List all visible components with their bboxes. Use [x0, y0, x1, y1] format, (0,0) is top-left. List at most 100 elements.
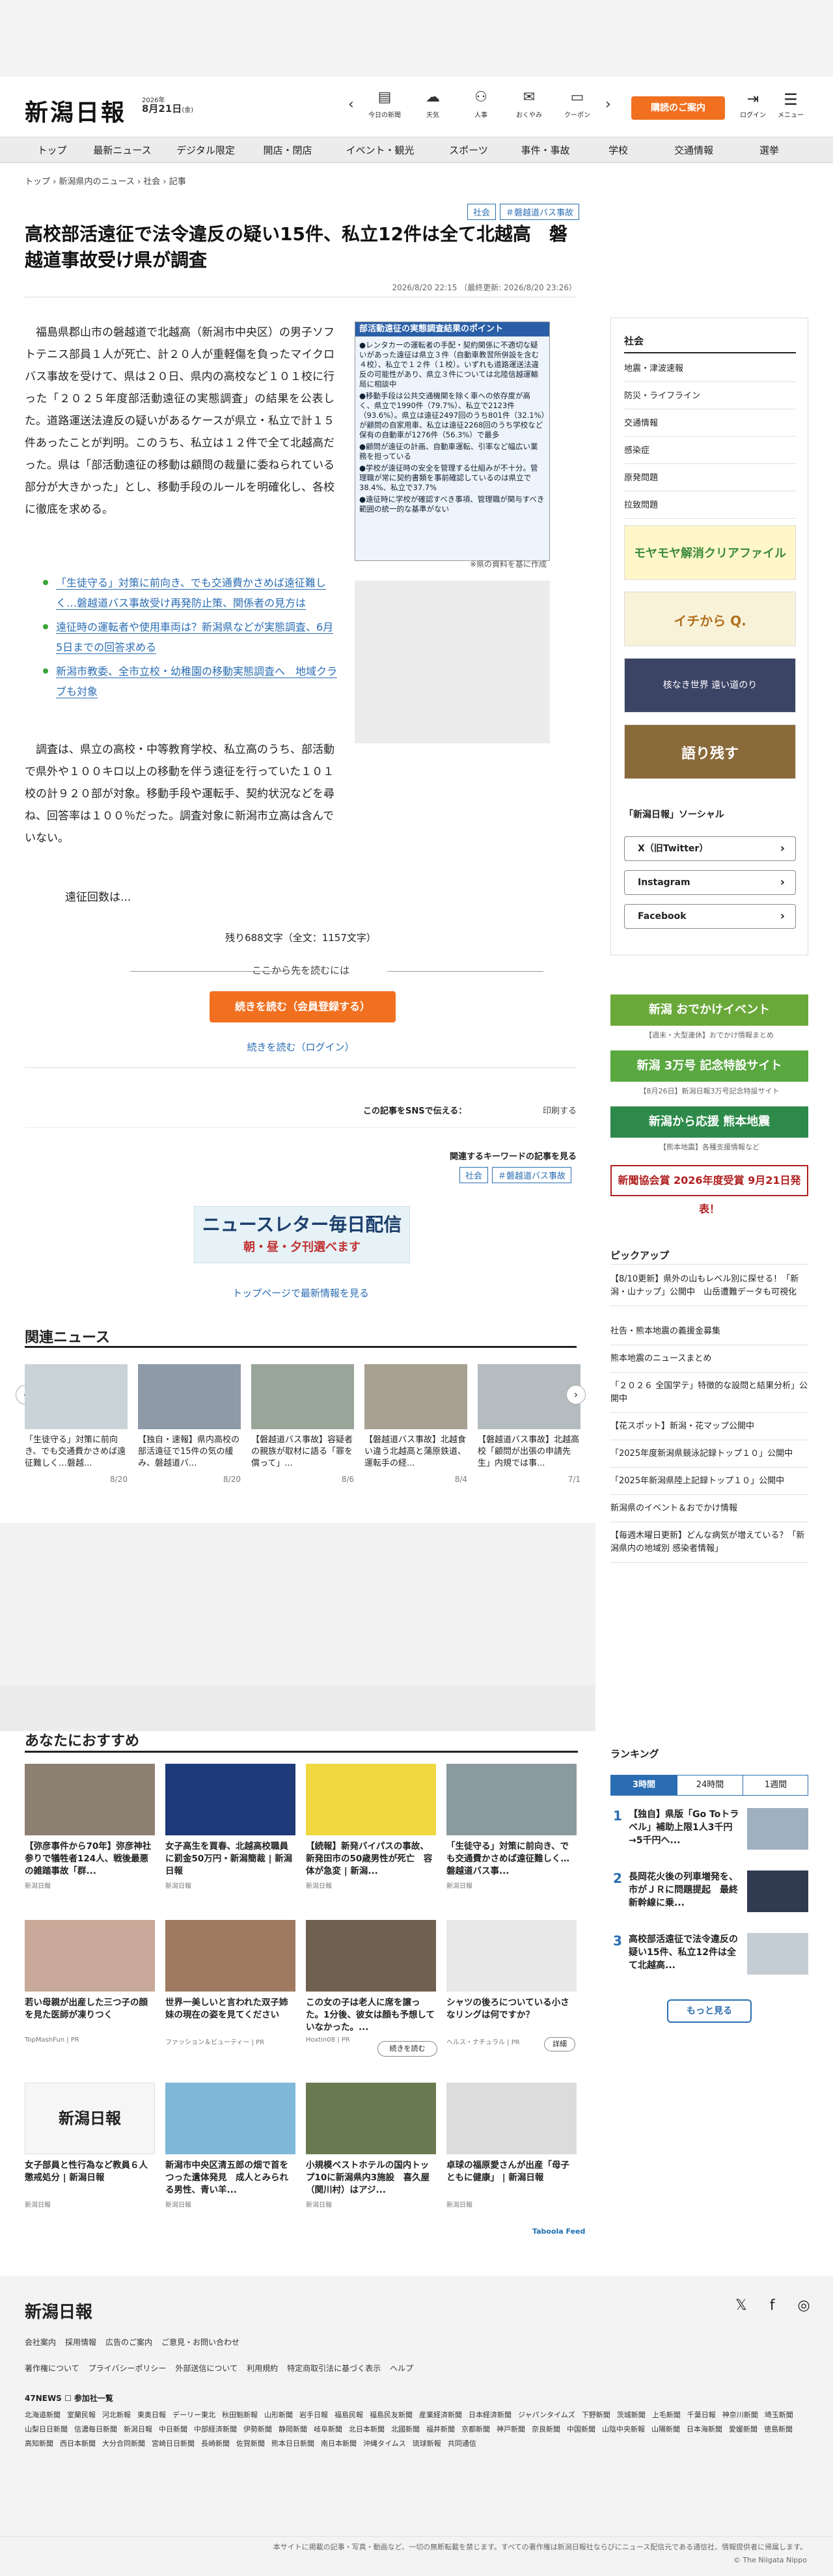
member-paper-link[interactable]: 信濃毎日新聞: [74, 2425, 117, 2433]
footer-link[interactable]: ヘルプ: [390, 2364, 413, 2373]
recommend-card[interactable]: 女子高生を買春、北越高校職員に罰金50万円・新潟簡裁 | 新潟日報 新潟日報: [165, 1764, 295, 1890]
continue-reading-button[interactable]: 続きを読む: [377, 2041, 437, 2057]
article-figure[interactable]: 部活動遠征の実態調査結果のポイント ●レンタカーの運転者の手配・契約関係に不適切…: [355, 322, 550, 561]
member-paper-link[interactable]: 秋田魁新報: [222, 2411, 258, 2419]
ranking-more-button[interactable]: もっと見る: [667, 1999, 752, 2023]
pickup-item[interactable]: 「2025年新潟県陸上記録トップ１０」公開中: [610, 1475, 808, 1495]
pickup-item[interactable]: 【8/10更新】県外の山もレベル別に探せる！「新潟・山ナップ」公開中 山岳遭難デ…: [610, 1273, 808, 1306]
header-link-paper[interactable]: ▤ 今日の新聞: [364, 89, 405, 119]
menu-button[interactable]: ☰ メニュー: [776, 90, 806, 119]
header-link-coupon[interactable]: ▭ クーポン: [557, 89, 597, 119]
carousel-next-button[interactable]: ›: [566, 1385, 586, 1404]
tag-bus-accident[interactable]: ＃磐越道バス事故: [492, 1167, 572, 1183]
footer-link[interactable]: 広告のご案内: [105, 2338, 152, 2347]
footer-logo[interactable]: 新潟日報: [25, 2299, 92, 2323]
member-paper-link[interactable]: 奈良新聞: [532, 2425, 560, 2433]
top-page-link[interactable]: トップページで最新情報を見る: [25, 1286, 577, 1300]
footer-social-icons[interactable]: 𝕏 f ◎: [735, 2297, 819, 2314]
newsletter-banner[interactable]: ニュースレター毎日配信 朝・昼・夕刊選べます: [194, 1206, 410, 1263]
member-paper-link[interactable]: 北海道新聞: [25, 2411, 61, 2419]
pickup-item[interactable]: 熊本地震のニュースまとめ: [610, 1352, 808, 1373]
pickup-item[interactable]: 【花スポット】新潟・花マップ公開中: [610, 1420, 808, 1440]
social-instagram-button[interactable]: Instagram: [624, 870, 796, 895]
recommend-card[interactable]: 【弥彦事件から70年】弥彦神社参りで犠牲者124人、戦後最悪の雑踏事故「群...…: [25, 1764, 155, 1890]
member-paper-link[interactable]: 日本海新聞: [687, 2425, 722, 2433]
member-paper-link[interactable]: 山梨日日新聞: [25, 2425, 68, 2433]
47news-label[interactable]: 47NEWS ☐ 参加社一覧: [25, 2392, 113, 2404]
member-paper-link[interactable]: 山陰中央新報: [602, 2425, 645, 2433]
pickup-item[interactable]: 社告・熊本地震の義援金募集: [610, 1325, 808, 1345]
recommend-card[interactable]: 小規模ベストホテルの国内トップ10に新潟県内3施設 喜久屋（関川村）はアジ...…: [306, 2083, 436, 2209]
recommend-card[interactable]: 新潟日報 女子部員と性行為など教員６人懲戒処分 | 新潟日報 新潟日報: [25, 2083, 155, 2209]
tag-society[interactable]: 社会: [467, 204, 497, 220]
side-banner[interactable]: 新潟 3万号 記念特設サイト: [610, 1050, 808, 1082]
tab-24h[interactable]: 24時間: [677, 1775, 743, 1795]
read-more-login-link[interactable]: 続きを読む（ログイン）: [25, 1040, 577, 1054]
recommend-card[interactable]: この女の子は老人に席を譲った。1分後、彼女は顔も予想していなかった。... Hox…: [306, 1920, 436, 2044]
member-paper-link[interactable]: 茨城新聞: [617, 2411, 646, 2419]
pickup-item[interactable]: 【毎週木曜日更新】どんな病気が増えている？「新潟県内の地域別 感染者情報」: [610, 1529, 808, 1563]
nav-sports[interactable]: スポーツ: [432, 137, 505, 163]
member-paper-link[interactable]: 下野新聞: [582, 2411, 610, 2419]
chevron-left-icon[interactable]: ‹: [348, 96, 354, 113]
member-paper-link[interactable]: 産業経済新聞: [419, 2411, 462, 2419]
member-paper-link[interactable]: 岩手日報: [299, 2411, 328, 2419]
member-paper-link[interactable]: 室蘭民報: [67, 2411, 96, 2419]
member-paper-link[interactable]: 大分合同新聞: [102, 2439, 145, 2448]
member-paper-link[interactable]: 愛媛新聞: [729, 2425, 758, 2433]
member-paper-link[interactable]: 中国新聞: [567, 2425, 595, 2433]
pickup-item[interactable]: 新潟県のイベント＆おでかけ情報: [610, 1502, 808, 1522]
ranking-item[interactable]: 3 高校部活遠征で法令違反の疑い15件、私立12件は全て北越高...: [610, 1933, 808, 1995]
nav-events[interactable]: イベント・観光: [331, 137, 430, 163]
member-paper-link[interactable]: 京都新聞: [461, 2425, 490, 2433]
nav-incidents[interactable]: 事件・事故: [509, 137, 582, 163]
sidebar-item[interactable]: 感染症: [624, 443, 796, 464]
recommend-card[interactable]: 卓球の福原愛さんが出産「母子ともに健康」 | 新潟日報 新潟日報: [446, 2083, 577, 2209]
member-paper-link[interactable]: 神戸新聞: [497, 2425, 525, 2433]
member-paper-link[interactable]: 沖縄タイムス: [363, 2439, 406, 2448]
sidebar-banner[interactable]: イチから Q.: [624, 592, 796, 646]
sidebar-banner[interactable]: 核なき世界 遠い道のり: [624, 658, 796, 713]
footer-link[interactable]: 採用情報: [65, 2338, 96, 2347]
member-paper-link[interactable]: 中部経済新聞: [194, 2425, 237, 2433]
member-paper-link[interactable]: 河北新報: [102, 2411, 131, 2419]
member-paper-link[interactable]: 福井新聞: [426, 2425, 455, 2433]
header-link-weather[interactable]: ☁ 天気: [413, 89, 453, 119]
recommend-card[interactable]: 若い母親が出産した三つ子の顔を見た医師が凍りつく TopMashFun | PR: [25, 1920, 155, 2044]
member-paper-link[interactable]: 熊本日日新聞: [271, 2439, 314, 2448]
member-paper-link[interactable]: 山陽新聞: [651, 2425, 680, 2433]
side-banner[interactable]: 新潟 おでかけイベント: [610, 994, 808, 1026]
chevron-right-icon[interactable]: ›: [605, 96, 611, 113]
pickup-item[interactable]: 「2025年度新潟県競泳記録トップ１０」公開中: [610, 1447, 808, 1468]
member-paper-link[interactable]: 佐賀新聞: [236, 2439, 265, 2448]
member-paper-link[interactable]: 静岡新聞: [279, 2425, 307, 2433]
related-link[interactable]: 「生徒守る」対策に前向き、でも交通費かさめば遠征難しく…磐越道バス事故受け再発防…: [43, 573, 338, 613]
member-paper-link[interactable]: 西日本新聞: [60, 2439, 96, 2448]
recommend-card[interactable]: 「生徒守る」対策に前向き、でも交通費かさめば遠征難しく…磐越道バス事... 新潟日…: [446, 1764, 577, 1890]
member-paper-link[interactable]: 福島民報: [335, 2411, 363, 2419]
member-paper-link[interactable]: 宮崎日日新聞: [152, 2439, 195, 2448]
tag-society[interactable]: 社会: [459, 1167, 489, 1183]
sidebar-banner[interactable]: モヤモヤ解消クリアファイル: [624, 525, 796, 580]
related-card[interactable]: 【磐越道バス事故】北越高校「顧問が出張の申請先生」内規では事... 7/1: [478, 1364, 580, 1484]
member-paper-link[interactable]: 伊勢新聞: [243, 2425, 272, 2433]
related-link[interactable]: 遠征時の運転者や使用車両は？新潟県などが実態調査、6月5日までの回答求める: [43, 617, 338, 657]
member-paper-link[interactable]: 福島民友新聞: [370, 2411, 413, 2419]
tab-1w[interactable]: 1週間: [743, 1775, 808, 1795]
side-banner[interactable]: 新潟から応援 熊本地震: [610, 1106, 808, 1138]
side-banner[interactable]: 新聞協会賞 2026年度受賞 9月21日発表！: [610, 1165, 808, 1215]
read-more-register-button[interactable]: 続きを読む（会員登録する）: [210, 991, 396, 1022]
header-link-personnel[interactable]: ⚇ 人事: [461, 89, 501, 119]
member-paper-link[interactable]: 北國新聞: [391, 2425, 420, 2433]
detail-button[interactable]: 詳細: [544, 2037, 575, 2051]
social-x-button[interactable]: X（旧Twitter）: [624, 836, 796, 861]
recommend-card[interactable]: 【続報】新発バイパスの事故、新発田市の50歳男性が死亡 容体が急変 | 新潟..…: [306, 1764, 436, 1890]
social-facebook-button[interactable]: Facebook: [624, 904, 796, 929]
footer-link[interactable]: 特定商取引法に基づく表示: [287, 2364, 381, 2373]
sidebar-item[interactable]: 防災・ライフライン: [624, 389, 796, 409]
nav-openclose[interactable]: 開店・閉店: [250, 137, 325, 163]
footer-link[interactable]: 外部送信について: [175, 2364, 238, 2373]
sidebar-banner[interactable]: 語り残す: [624, 724, 796, 779]
nav-top[interactable]: トップ: [25, 137, 79, 163]
member-paper-link[interactable]: 長崎新聞: [201, 2439, 230, 2448]
